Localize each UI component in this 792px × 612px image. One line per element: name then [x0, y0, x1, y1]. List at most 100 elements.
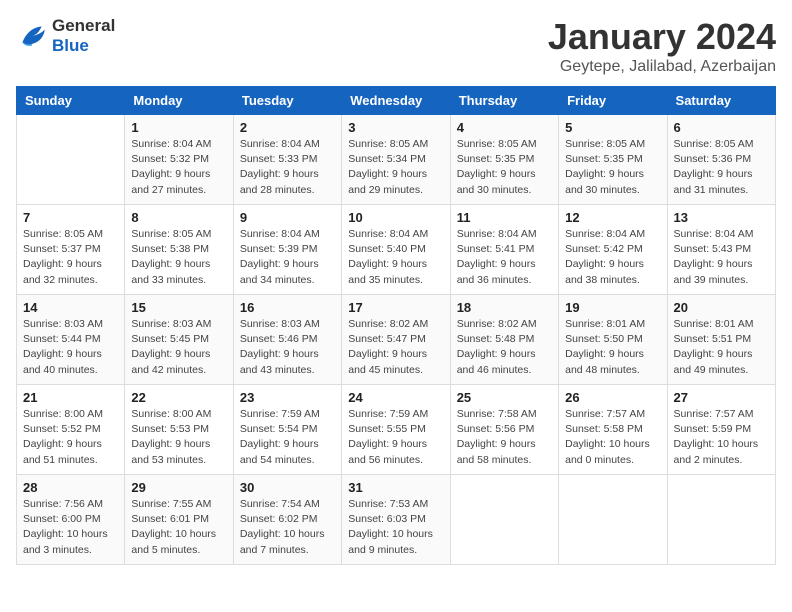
day-number: 1	[131, 120, 226, 135]
day-info: Sunrise: 8:01 AMSunset: 5:51 PMDaylight:…	[674, 317, 769, 378]
day-info: Sunrise: 8:05 AMSunset: 5:34 PMDaylight:…	[348, 137, 443, 198]
day-number: 27	[674, 390, 769, 405]
calendar-cell: 15 Sunrise: 8:03 AMSunset: 5:45 PMDayligh…	[125, 295, 233, 385]
calendar-cell: 7Sunrise: 8:05 AMSunset: 5:37 PMDaylight…	[17, 205, 125, 295]
calendar-cell: 13Sunrise: 8:04 AMSunset: 5:43 PMDayligh…	[667, 205, 775, 295]
day-number: 12	[565, 210, 660, 225]
calendar-week-row: 21 Sunrise: 8:00 AMSunset: 5:52 PMDayligh…	[17, 385, 776, 475]
day-number: 9	[240, 210, 335, 225]
day-number: 4	[457, 120, 552, 135]
day-number: 11	[457, 210, 552, 225]
calendar-cell: 17Sunrise: 8:02 AMSunset: 5:47 PMDayligh…	[342, 295, 450, 385]
day-number: 17	[348, 300, 443, 315]
day-info: Sunrise: 8:04 AMSunset: 5:43 PMDaylight:…	[674, 227, 769, 288]
header-day: Wednesday	[342, 87, 450, 115]
day-info: Sunrise: 8:05 AMSunset: 5:35 PMDaylight:…	[457, 137, 552, 198]
logo-blue: Blue	[52, 36, 89, 55]
calendar-cell: 24 Sunrise: 7:59 AMSunset: 5:55 PMDayligh…	[342, 385, 450, 475]
header-row: SundayMondayTuesdayWednesdayThursdayFrid…	[17, 87, 776, 115]
header-day: Monday	[125, 87, 233, 115]
calendar-cell: 9 Sunrise: 8:04 AMSunset: 5:39 PMDaylight…	[233, 205, 341, 295]
logo-text: General Blue	[52, 16, 115, 56]
day-number: 24	[348, 390, 443, 405]
day-info: Sunrise: 8:01 AMSunset: 5:50 PMDaylight:…	[565, 317, 660, 378]
calendar-cell: 25Sunrise: 7:58 AMSunset: 5:56 PMDayligh…	[450, 385, 558, 475]
calendar-cell: 31 Sunrise: 7:53 AMSunset: 6:03 PMDayligh…	[342, 475, 450, 565]
calendar-cell: 11 Sunrise: 8:04 AMSunset: 5:41 PMDayligh…	[450, 205, 558, 295]
day-info: Sunrise: 8:05 AMSunset: 5:36 PMDaylight:…	[674, 137, 769, 198]
day-number: 28	[23, 480, 118, 495]
day-number: 10	[348, 210, 443, 225]
day-number: 3	[348, 120, 443, 135]
calendar-cell: 30Sunrise: 7:54 AMSunset: 6:02 PMDayligh…	[233, 475, 341, 565]
calendar-cell: 22 Sunrise: 8:00 AMSunset: 5:53 PMDayligh…	[125, 385, 233, 475]
calendar-cell	[559, 475, 667, 565]
calendar-cell: 12 Sunrise: 8:04 AMSunset: 5:42 PMDayligh…	[559, 205, 667, 295]
calendar-cell: 19 Sunrise: 8:01 AMSunset: 5:50 PMDayligh…	[559, 295, 667, 385]
day-info: Sunrise: 8:04 AMSunset: 5:39 PMDaylight:…	[240, 227, 335, 288]
day-info: Sunrise: 7:57 AMSunset: 5:59 PMDaylight:…	[674, 407, 769, 468]
day-number: 22	[131, 390, 226, 405]
title-area: January 2024 Geytepe, Jalilabad, Azerbai…	[548, 16, 776, 76]
calendar-cell: 26 Sunrise: 7:57 AMSunset: 5:58 PMDayligh…	[559, 385, 667, 475]
calendar-table: SundayMondayTuesdayWednesdayThursdayFrid…	[16, 86, 776, 565]
day-number: 20	[674, 300, 769, 315]
header: General Blue January 2024 Geytepe, Jalil…	[16, 16, 776, 76]
day-number: 19	[565, 300, 660, 315]
calendar-cell: 4 Sunrise: 8:05 AMSunset: 5:35 PMDaylight…	[450, 115, 558, 205]
day-info: Sunrise: 8:04 AMSunset: 5:40 PMDaylight:…	[348, 227, 443, 288]
header-day: Thursday	[450, 87, 558, 115]
day-info: Sunrise: 8:03 AMSunset: 5:44 PMDaylight:…	[23, 317, 118, 378]
calendar-cell: 18Sunrise: 8:02 AMSunset: 5:48 PMDayligh…	[450, 295, 558, 385]
day-info: Sunrise: 8:03 AMSunset: 5:45 PMDaylight:…	[131, 317, 226, 378]
header-day: Friday	[559, 87, 667, 115]
logo-icon	[16, 20, 48, 52]
calendar-cell: 8 Sunrise: 8:05 AMSunset: 5:38 PMDaylight…	[125, 205, 233, 295]
logo-general: General	[52, 16, 115, 35]
calendar-cell: 2Sunrise: 8:04 AMSunset: 5:33 PMDaylight…	[233, 115, 341, 205]
subtitle: Geytepe, Jalilabad, Azerbaijan	[548, 58, 776, 76]
day-info: Sunrise: 7:59 AMSunset: 5:55 PMDaylight:…	[348, 407, 443, 468]
calendar-cell: 14Sunrise: 8:03 AMSunset: 5:44 PMDayligh…	[17, 295, 125, 385]
calendar-header: SundayMondayTuesdayWednesdayThursdayFrid…	[17, 87, 776, 115]
day-info: Sunrise: 8:02 AMSunset: 5:48 PMDaylight:…	[457, 317, 552, 378]
calendar-cell	[667, 475, 775, 565]
day-number: 5	[565, 120, 660, 135]
main-title: January 2024	[548, 16, 776, 58]
day-info: Sunrise: 7:53 AMSunset: 6:03 PMDaylight:…	[348, 497, 443, 558]
day-number: 26	[565, 390, 660, 405]
header-day: Sunday	[17, 87, 125, 115]
day-info: Sunrise: 7:57 AMSunset: 5:58 PMDaylight:…	[565, 407, 660, 468]
calendar-cell: 29Sunrise: 7:55 AMSunset: 6:01 PMDayligh…	[125, 475, 233, 565]
calendar-cell: 28Sunrise: 7:56 AMSunset: 6:00 PMDayligh…	[17, 475, 125, 565]
calendar-cell: 27 Sunrise: 7:57 AMSunset: 5:59 PMDayligh…	[667, 385, 775, 475]
calendar-cell: 16 Sunrise: 8:03 AMSunset: 5:46 PMDayligh…	[233, 295, 341, 385]
day-number: 21	[23, 390, 118, 405]
calendar-cell: 10 Sunrise: 8:04 AMSunset: 5:40 PMDayligh…	[342, 205, 450, 295]
calendar-cell	[17, 115, 125, 205]
calendar-cell	[450, 475, 558, 565]
day-number: 30	[240, 480, 335, 495]
day-number: 16	[240, 300, 335, 315]
day-number: 6	[674, 120, 769, 135]
day-info: Sunrise: 7:59 AMSunset: 5:54 PMDaylight:…	[240, 407, 335, 468]
day-info: Sunrise: 7:58 AMSunset: 5:56 PMDaylight:…	[457, 407, 552, 468]
calendar-week-row: 7Sunrise: 8:05 AMSunset: 5:37 PMDaylight…	[17, 205, 776, 295]
header-day: Tuesday	[233, 87, 341, 115]
day-info: Sunrise: 8:05 AMSunset: 5:38 PMDaylight:…	[131, 227, 226, 288]
calendar-cell: 5 Sunrise: 8:05 AMSunset: 5:35 PMDaylight…	[559, 115, 667, 205]
logo: General Blue	[16, 16, 115, 56]
day-info: Sunrise: 8:05 AMSunset: 5:35 PMDaylight:…	[565, 137, 660, 198]
day-number: 8	[131, 210, 226, 225]
day-number: 15	[131, 300, 226, 315]
day-info: Sunrise: 8:00 AMSunset: 5:53 PMDaylight:…	[131, 407, 226, 468]
day-info: Sunrise: 8:04 AMSunset: 5:42 PMDaylight:…	[565, 227, 660, 288]
day-info: Sunrise: 8:00 AMSunset: 5:52 PMDaylight:…	[23, 407, 118, 468]
day-info: Sunrise: 8:03 AMSunset: 5:46 PMDaylight:…	[240, 317, 335, 378]
calendar-week-row: 1Sunrise: 8:04 AMSunset: 5:32 PMDaylight…	[17, 115, 776, 205]
calendar-cell: 1Sunrise: 8:04 AMSunset: 5:32 PMDaylight…	[125, 115, 233, 205]
calendar-cell: 3 Sunrise: 8:05 AMSunset: 5:34 PMDaylight…	[342, 115, 450, 205]
day-info: Sunrise: 8:05 AMSunset: 5:37 PMDaylight:…	[23, 227, 118, 288]
day-info: Sunrise: 8:04 AMSunset: 5:41 PMDaylight:…	[457, 227, 552, 288]
day-number: 31	[348, 480, 443, 495]
